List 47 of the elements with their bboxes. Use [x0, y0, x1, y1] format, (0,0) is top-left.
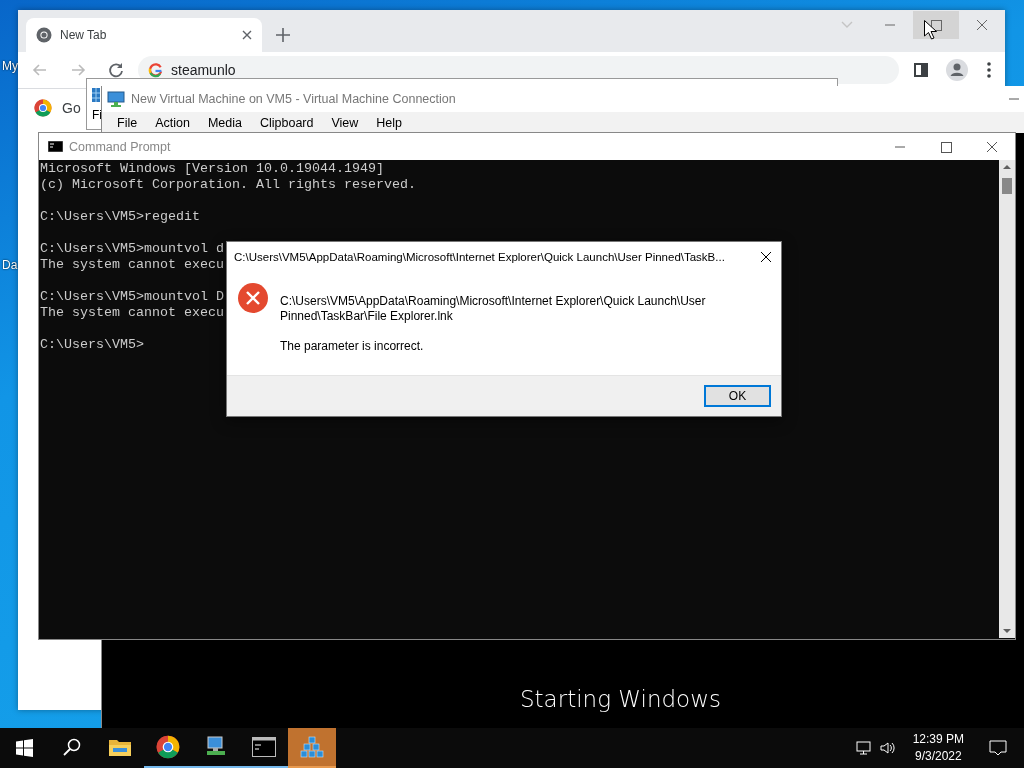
console-line: C:\Users\VM5>: [40, 337, 144, 353]
chrome-icon[interactable]: [34, 99, 52, 117]
folder-icon: [108, 737, 132, 757]
new-tab-button[interactable]: [276, 28, 290, 42]
console-icon: [252, 737, 276, 757]
google-icon: [148, 62, 163, 78]
menu-item[interactable]: Fi: [92, 108, 102, 122]
menu-item[interactable]: View: [324, 115, 366, 130]
shortcut-label[interactable]: Go: [62, 100, 81, 116]
console-line: C:\Users\VM5>mountvol d: [40, 241, 224, 257]
error-icon: [237, 282, 269, 314]
console-line: C:\Users\VM5>regedit: [40, 209, 200, 225]
menu-item[interactable]: Help: [369, 115, 410, 130]
menu-item[interactable]: Media: [200, 115, 249, 130]
console-icon: [48, 141, 63, 152]
monitor-icon: [107, 91, 125, 107]
error-detail: The parameter is incorrect.: [280, 339, 425, 354]
browser-tab[interactable]: New Tab: [26, 18, 262, 52]
desktop-icon-label[interactable]: My: [2, 59, 18, 73]
dialog-title: C:\Users\VM5\AppData\Roaming\Microsoft\Internet Explorer\Quick Launch\User Pinned\TaskB...: [234, 250, 726, 263]
ok-button[interactable]: OK: [704, 385, 771, 407]
chrome-icon: [36, 27, 52, 43]
volume-icon[interactable]: [878, 739, 897, 757]
status-text: Starting Windows: [520, 686, 721, 712]
chrome-icon: [156, 735, 180, 759]
clock-time: 12:39 PM: [912, 731, 964, 748]
window-title: New Virtual Machine on VM5 - Virtual Machine Connection: [131, 92, 457, 106]
window-title: Command Prompt: [69, 139, 172, 154]
cubes-icon: [300, 736, 324, 758]
console-line: The system cannot execu: [40, 257, 224, 273]
console-line: The system cannot execu: [40, 305, 224, 321]
menu-item[interactable]: Clipboard: [252, 115, 321, 130]
console-line: C:\Users\VM5>mountvol D: [40, 289, 224, 305]
console-line: (c) Microsoft Corporation. All rights reserved.: [40, 177, 416, 193]
network-icon[interactable]: [854, 739, 873, 757]
profile-icon[interactable]: [943, 56, 971, 84]
menu-item[interactable]: Action: [148, 115, 197, 130]
clock[interactable]: 12:39 PM 9/3/2022: [902, 731, 974, 765]
clock-date: 9/3/2022: [914, 748, 962, 765]
desktop-icon-label[interactable]: Da: [2, 258, 18, 272]
maximize-button[interactable]: [913, 11, 959, 39]
cursor-icon: [924, 20, 937, 40]
error-message: C:\Users\VM5\AppData\Roaming\Microsoft\Internet Explorer\Quick Launch\User Pinned\TaskBar\File Explorer.lnk: [280, 294, 707, 324]
console-line: Microsoft Windows [Version 10.0.19044.1949]: [40, 161, 384, 177]
close-icon[interactable]: [242, 30, 252, 40]
menu-item[interactable]: File: [110, 115, 145, 130]
window-icon: [92, 88, 100, 102]
